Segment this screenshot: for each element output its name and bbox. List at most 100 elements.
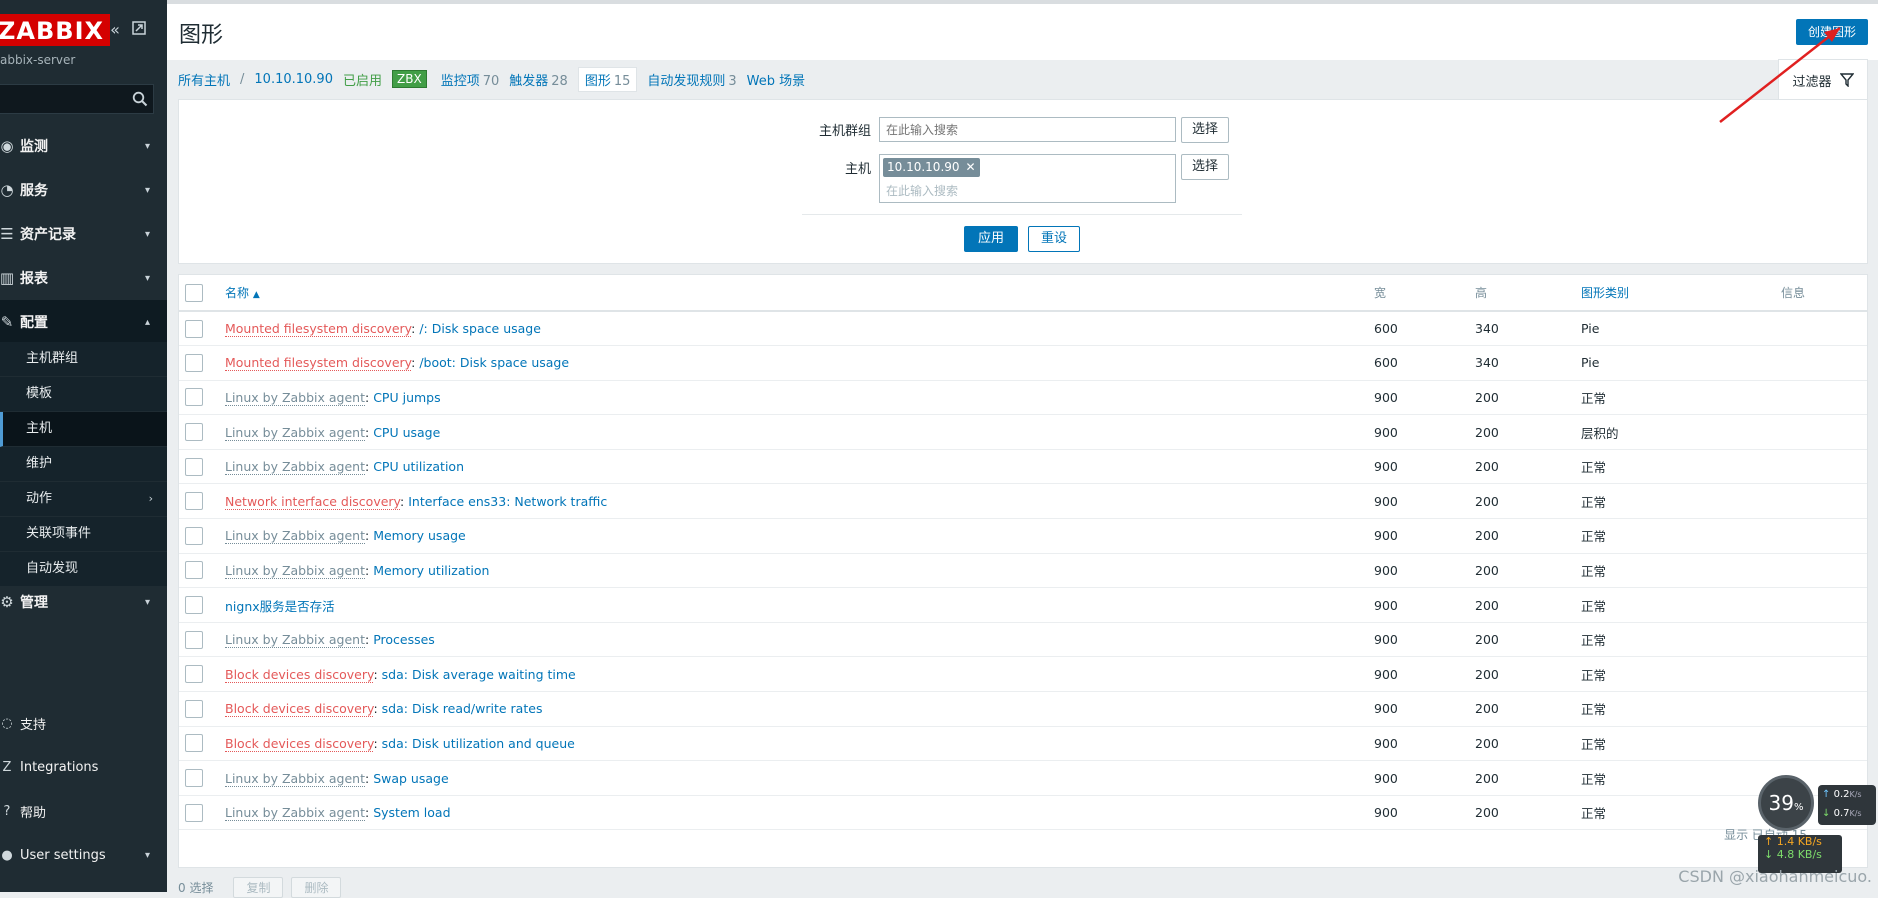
row-checkbox[interactable] (185, 561, 203, 580)
menu-user-settings[interactable]: ● User settings ▾ (0, 840, 167, 870)
graph-template-link[interactable]: Linux by Zabbix agent (225, 805, 366, 822)
row-checkbox[interactable] (185, 665, 203, 684)
menu-support[interactable]: ◌ 支持 (0, 708, 167, 738)
graph-template-link[interactable]: Linux by Zabbix agent (225, 528, 366, 545)
eye-icon: ◉ (0, 137, 14, 155)
host-link[interactable]: 10.10.10.90 (254, 72, 333, 87)
sidebar-search-input[interactable] (0, 84, 154, 114)
graph-name-cell: Mounted filesystem discovery: /boot: Dis… (224, 346, 1373, 381)
column-name[interactable]: 名称 ▲ (224, 275, 1373, 311)
apply-button[interactable]: 应用 (964, 226, 1018, 252)
menu-configuration[interactable]: ✎ 配置 ▴ (0, 300, 167, 344)
host-select-button[interactable]: 选择 (1181, 154, 1230, 180)
graph-template-link[interactable]: Block devices discovery (225, 735, 374, 752)
menu-inventory[interactable]: ☰ 资产记录 ▾ (0, 212, 167, 256)
row-checkbox[interactable] (185, 526, 203, 545)
submenu-templates[interactable]: 模板 (0, 377, 167, 412)
graph-name-link[interactable]: CPU utilization (373, 459, 464, 474)
select-all-checkbox[interactable] (185, 283, 203, 302)
row-select-cell (179, 692, 224, 727)
menu-integrations[interactable]: Z Integrations (0, 752, 167, 782)
host-input-placeholder[interactable]: 在此输入搜索 (886, 182, 958, 199)
row-checkbox[interactable] (185, 596, 203, 615)
graph-name-link[interactable]: Interface ens33: Network traffic (408, 494, 607, 509)
graph-name-link[interactable]: Memory usage (373, 528, 466, 543)
graph-name-link[interactable]: sda: Disk read/write rates (382, 701, 543, 716)
delete-button[interactable]: 删除 (291, 877, 342, 898)
graph-width: 900 (1374, 562, 1398, 578)
graph-type: 正常 (1581, 667, 1607, 683)
graph-name-link[interactable]: Processes (373, 632, 435, 647)
graph-name-link[interactable]: Swap usage (373, 771, 448, 786)
row-checkbox[interactable] (185, 492, 203, 511)
graph-name-link[interactable]: System load (373, 805, 450, 820)
graph-height: 200 (1475, 735, 1499, 751)
graph-type: 正常 (1581, 702, 1607, 718)
submenu-maintenance[interactable]: 维护 (0, 447, 167, 482)
row-checkbox[interactable] (185, 769, 203, 788)
menu-administration[interactable]: ⚙ 管理 ▾ (0, 580, 167, 624)
graphs-tab[interactable]: 图形 15 (577, 66, 638, 92)
row-checkbox[interactable] (185, 457, 203, 476)
graph-template-link[interactable]: Linux by Zabbix agent (225, 389, 366, 406)
graph-template-link[interactable]: Network interface discovery (225, 493, 401, 510)
graph-name-link[interactable]: /: Disk space usage (419, 321, 541, 336)
host-status-enabled[interactable]: 已启用 (343, 70, 382, 89)
row-checkbox[interactable] (185, 630, 203, 649)
graph-name-link[interactable]: Memory utilization (373, 563, 489, 578)
column-graph-type[interactable]: 图形类别 (1580, 275, 1780, 311)
menu-monitoring[interactable]: ◉ 监测 ▾ (0, 124, 167, 168)
copy-button[interactable]: 复制 (233, 877, 284, 898)
row-checkbox[interactable] (185, 803, 203, 822)
name-separator: : (365, 459, 374, 475)
host-group-input[interactable] (879, 117, 1176, 142)
graph-template-link[interactable]: Linux by Zabbix agent (225, 770, 366, 787)
row-checkbox[interactable] (185, 353, 203, 372)
graph-name-link[interactable]: /boot: Disk space usage (419, 355, 569, 370)
graph-template-link[interactable]: Linux by Zabbix agent (225, 459, 366, 476)
discovery-rules-link[interactable]: 自动发现规则 3 (647, 70, 736, 89)
submenu-host-groups[interactable]: 主机群组 (0, 342, 167, 377)
create-graph-button[interactable]: 创建图形 (1795, 19, 1868, 45)
filter-tab[interactable]: 过滤器 (1778, 59, 1868, 100)
row-checkbox[interactable] (185, 319, 203, 338)
graph-name-link[interactable]: sda: Disk average waiting time (382, 667, 576, 682)
graph-template-link[interactable]: Linux by Zabbix agent (225, 562, 366, 579)
graph-template-link[interactable]: Block devices discovery (225, 666, 374, 683)
row-checkbox[interactable] (185, 423, 203, 442)
graph-name-link[interactable]: sda: Disk utilization and queue (382, 736, 575, 751)
host-group-select-button[interactable]: 选择 (1181, 117, 1230, 143)
graph-template-link[interactable]: Linux by Zabbix agent (225, 424, 366, 441)
graph-template-link[interactable]: Block devices discovery (225, 701, 374, 718)
graph-width: 900 (1374, 805, 1398, 821)
submenu-actions[interactable]: 动作 › (0, 482, 167, 517)
zabbix-logo[interactable]: ZABBIX (0, 14, 110, 46)
all-hosts-link[interactable]: 所有主机 (178, 70, 230, 89)
search-icon[interactable] (132, 91, 148, 107)
web-scenarios-link[interactable]: Web 场景 (747, 70, 805, 89)
graph-template-link[interactable]: Mounted filesystem discovery (225, 355, 412, 372)
row-checkbox[interactable] (185, 699, 203, 718)
items-link[interactable]: 监控项 70 (441, 70, 500, 89)
row-checkbox[interactable] (185, 388, 203, 407)
triggers-link[interactable]: 触发器 28 (509, 70, 568, 89)
collapse-sidebar-icon[interactable]: « (106, 20, 124, 40)
up-small-unit: K/s (1849, 790, 1862, 799)
menu-reports[interactable]: ▥ 报表 ▾ (0, 256, 167, 300)
graph-name-link[interactable]: nignx服务是否存活 (225, 599, 335, 614)
row-checkbox[interactable] (185, 734, 203, 753)
remove-chip-icon[interactable]: ✕ (966, 160, 976, 174)
submenu-event-correlation[interactable]: 关联项事件 (0, 517, 167, 552)
graph-template-link[interactable]: Mounted filesystem discovery (225, 321, 412, 338)
submenu-hosts[interactable]: 主机 (0, 412, 167, 447)
page-title: 图形 (179, 23, 224, 48)
host-multiselect[interactable]: 10.10.10.90 ✕ 在此输入搜索 (879, 154, 1176, 203)
graph-template-link[interactable]: Linux by Zabbix agent (225, 632, 366, 649)
graph-name-link[interactable]: CPU jumps (373, 390, 440, 405)
menu-services[interactable]: ◔ 服务 ▾ (0, 168, 167, 212)
kiosk-mode-icon[interactable] (130, 20, 148, 40)
reset-button[interactable]: 重设 (1028, 226, 1080, 252)
graph-name-link[interactable]: CPU usage (373, 425, 440, 440)
menu-help[interactable]: ? 帮助 (0, 796, 167, 826)
graph-width: 900 (1374, 770, 1398, 786)
